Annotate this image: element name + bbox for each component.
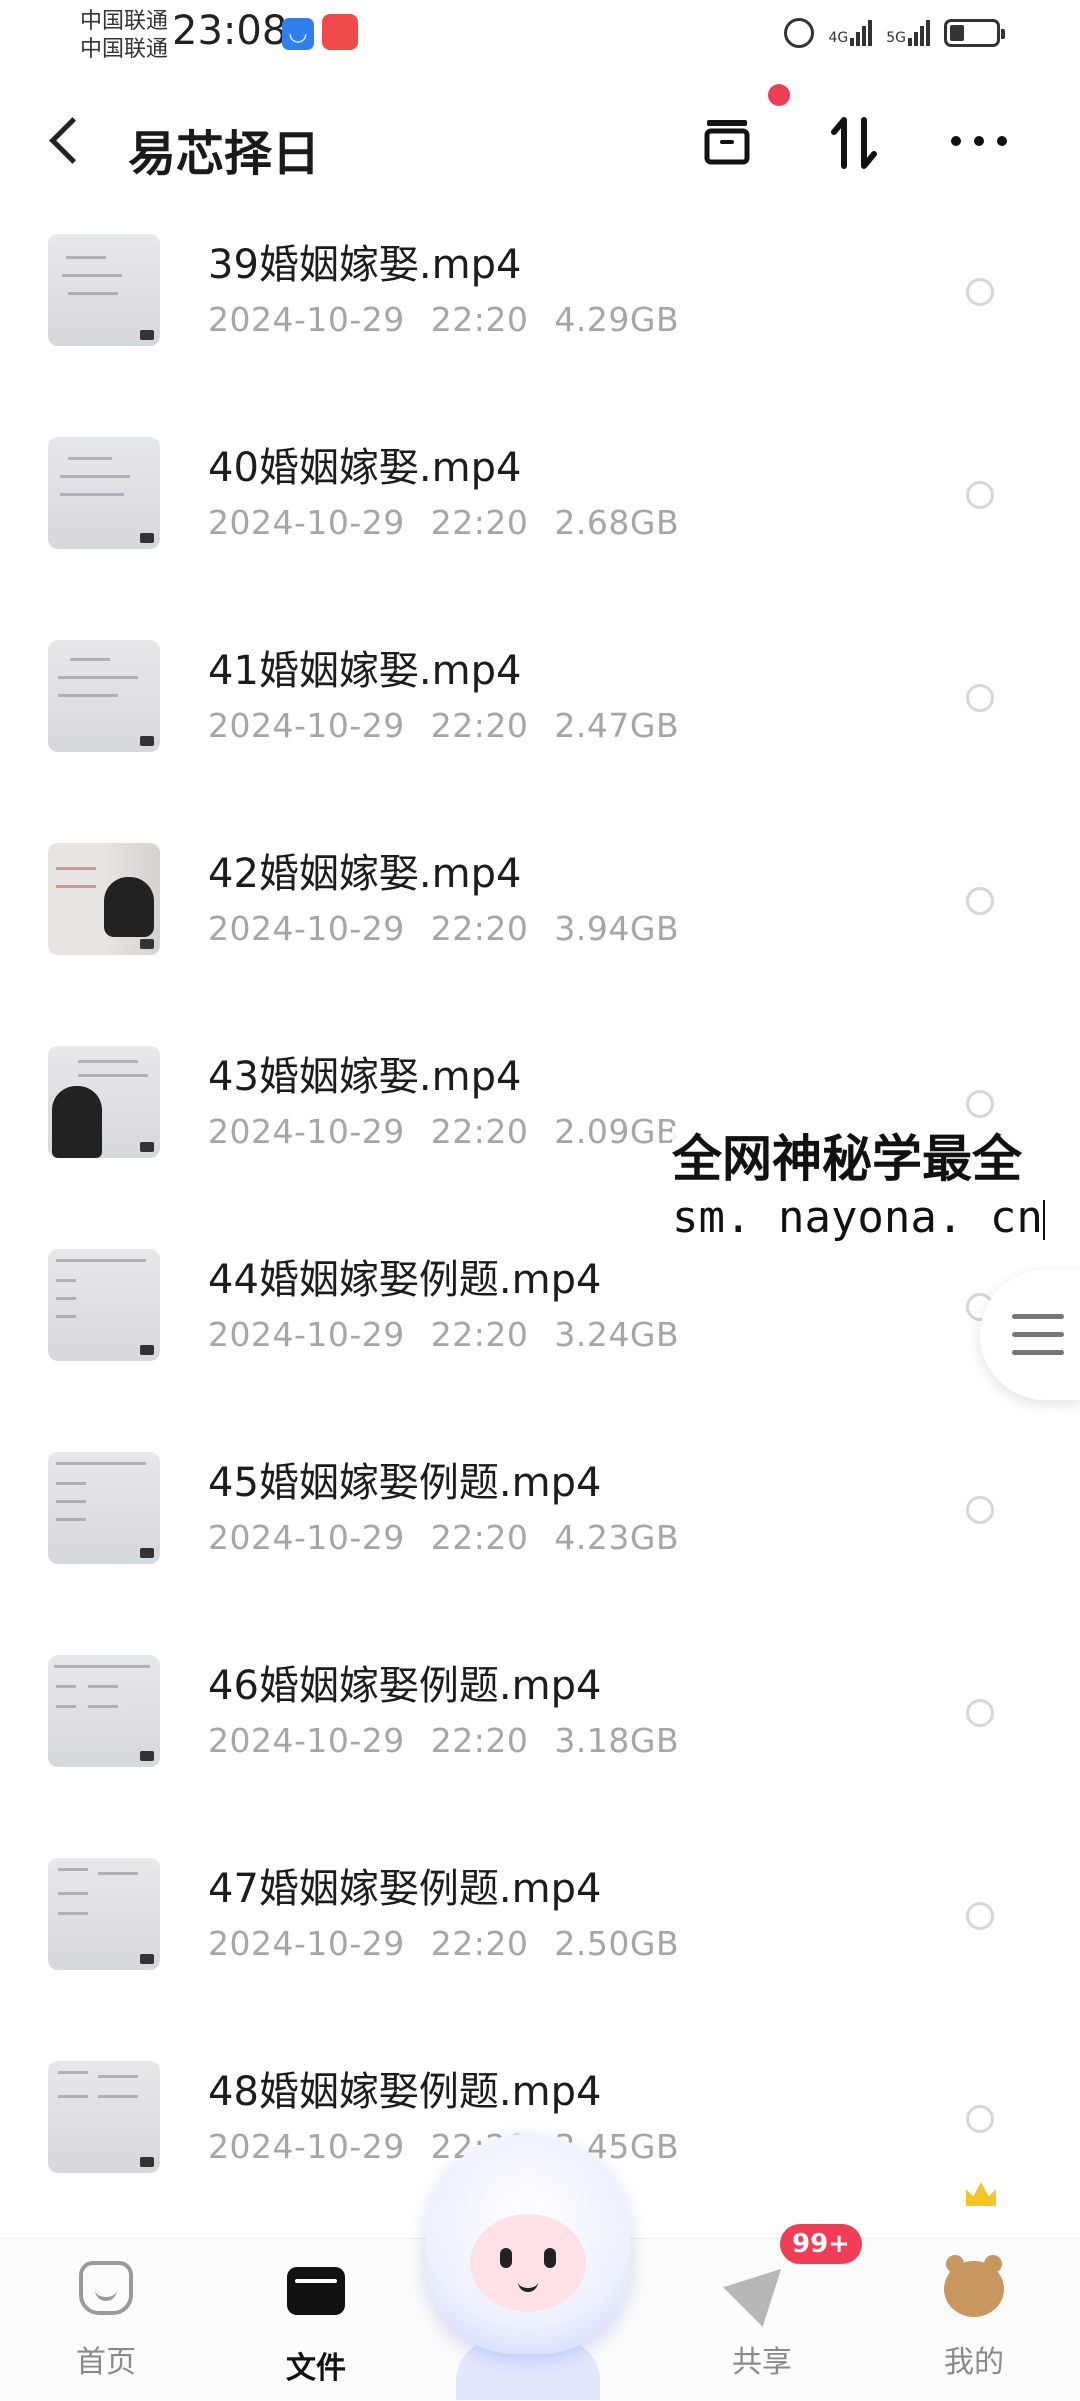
file-row[interactable]: 42婚姻嫁娶.mp4 2024-10-29 22:20 3.94GB <box>0 831 1080 1034</box>
nav-share[interactable]: 共享 <box>692 2249 832 2381</box>
notification-dot <box>768 84 790 106</box>
signal-icon-2: 5G <box>886 20 930 46</box>
nav-share-label: 共享 <box>732 2345 792 2380</box>
notification-app-icon: ◡ <box>282 18 314 50</box>
watermark-url: sm. nayona. cn <box>672 1192 1045 1243</box>
back-icon[interactable] <box>49 117 96 164</box>
file-row[interactable]: 44婚姻嫁娶例题.mp4 2024-10-29 22:20 3.24GB <box>0 1237 1080 1440</box>
share-badge: 99+ <box>780 2224 862 2264</box>
file-meta: 2024-10-29 22:20 2.47GB <box>208 706 680 745</box>
select-radio[interactable] <box>966 887 994 915</box>
video-thumbnail <box>48 1655 160 1767</box>
video-thumbnail <box>48 843 160 955</box>
bear-avatar-icon <box>944 2255 1004 2317</box>
file-meta: 2024-10-29 22:20 3.18GB <box>208 1721 680 1760</box>
alarm-icon <box>784 18 815 48</box>
carrier-labels: 中国联通 中国联通 <box>80 8 168 64</box>
watermark: 全网神秘学最全 sm. nayona. cn <box>672 1126 1080 1244</box>
file-meta: 2024-10-29 22:20 2.68GB <box>208 503 680 542</box>
watermark-text: 全网神秘学最全 <box>672 1130 1022 1188</box>
select-radio[interactable] <box>966 1699 994 1727</box>
file-meta: 2024-10-29 22:20 3.24GB <box>208 1315 680 1354</box>
file-meta: 2024-10-29 22:20 2.09GB <box>208 1112 680 1151</box>
status-bar: 中国联通 中国联通 23:08 ◡ 4G 5G <box>0 0 1080 80</box>
file-name: 45婚姻嫁娶例题.mp4 <box>208 1460 602 1506</box>
select-radio[interactable] <box>966 1090 994 1118</box>
status-icons: 4G 5G <box>784 18 1005 48</box>
page-title: 易芯择日 <box>128 126 321 182</box>
network-type-1: 4G <box>828 30 849 46</box>
select-radio[interactable] <box>966 1902 994 1930</box>
nav-files[interactable]: 文件 <box>246 2261 386 2387</box>
battery-icon <box>944 19 1005 47</box>
file-name: 40婚姻嫁娶.mp4 <box>208 445 522 491</box>
archive-icon[interactable] <box>700 114 754 168</box>
video-thumbnail <box>48 234 160 346</box>
network-type-2: 5G <box>886 30 906 46</box>
file-name: 41婚姻嫁娶.mp4 <box>208 648 522 694</box>
more-icon[interactable] <box>948 114 1010 168</box>
file-name: 44婚姻嫁娶例题.mp4 <box>208 1257 602 1303</box>
video-thumbnail <box>48 437 160 549</box>
file-row[interactable]: 45婚姻嫁娶例题.mp4 2024-10-29 22:20 4.23GB <box>0 1440 1080 1643</box>
select-radio[interactable] <box>966 2105 994 2133</box>
assistant-mascot-button[interactable] <box>420 2134 636 2400</box>
notification-app-icon-2 <box>322 14 358 50</box>
carrier-2: 中国联通 <box>80 37 169 62</box>
video-thumbnail <box>48 1046 160 1158</box>
file-name: 42婚姻嫁娶.mp4 <box>208 851 522 897</box>
nav-home-label: 首页 <box>76 2345 136 2380</box>
file-meta: 2024-10-29 22:20 4.29GB <box>208 300 680 339</box>
file-row[interactable]: 41婚姻嫁娶.mp4 2024-10-29 22:20 2.47GB <box>0 628 1080 831</box>
nav-home[interactable]: 首页 <box>36 2261 176 2381</box>
select-radio[interactable] <box>966 278 994 306</box>
clock: 23:08 <box>172 8 288 54</box>
carrier-1: 中国联通 <box>80 9 169 34</box>
file-row[interactable]: 39婚姻嫁娶.mp4 2024-10-29 22:20 4.29GB <box>0 222 1080 425</box>
signal-icon-1: 4G <box>828 20 873 46</box>
sort-icon[interactable] <box>828 114 882 172</box>
video-thumbnail <box>48 2061 160 2173</box>
file-row[interactable]: 46婚姻嫁娶例题.mp4 2024-10-29 22:20 3.18GB <box>0 1643 1080 1846</box>
select-radio[interactable] <box>966 481 994 509</box>
video-thumbnail <box>48 1249 160 1361</box>
video-thumbnail <box>48 1858 160 1970</box>
video-thumbnail <box>48 1452 160 1564</box>
file-name: 47婚姻嫁娶例题.mp4 <box>208 1866 602 1912</box>
nav-files-label: 文件 <box>286 2351 346 2386</box>
video-thumbnail <box>48 640 160 752</box>
folder-icon <box>287 2267 345 2315</box>
file-row[interactable]: 40婚姻嫁娶.mp4 2024-10-29 22:20 2.68GB <box>0 425 1080 628</box>
nav-mine-label: 我的 <box>944 2345 1004 2380</box>
select-radio[interactable] <box>966 684 994 712</box>
file-meta: 2024-10-29 22:20 3.94GB <box>208 909 680 948</box>
file-name: 48婚姻嫁娶例题.mp4 <box>208 2069 602 2115</box>
home-icon <box>79 2261 133 2315</box>
file-meta: 2024-10-29 22:20 4.23GB <box>208 1518 680 1557</box>
file-name: 39婚姻嫁娶.mp4 <box>208 242 522 288</box>
nav-mine[interactable]: 我的 <box>904 2255 1044 2381</box>
header: 易芯择日 <box>0 84 1080 208</box>
file-meta: 2024-10-29 22:20 2.50GB <box>208 1924 680 1963</box>
file-name: 43婚姻嫁娶.mp4 <box>208 1054 522 1100</box>
file-name: 46婚姻嫁娶例题.mp4 <box>208 1663 602 1709</box>
file-row[interactable]: 47婚姻嫁娶例题.mp4 2024-10-29 22:20 2.50GB <box>0 1846 1080 2049</box>
select-radio[interactable] <box>966 1496 994 1524</box>
